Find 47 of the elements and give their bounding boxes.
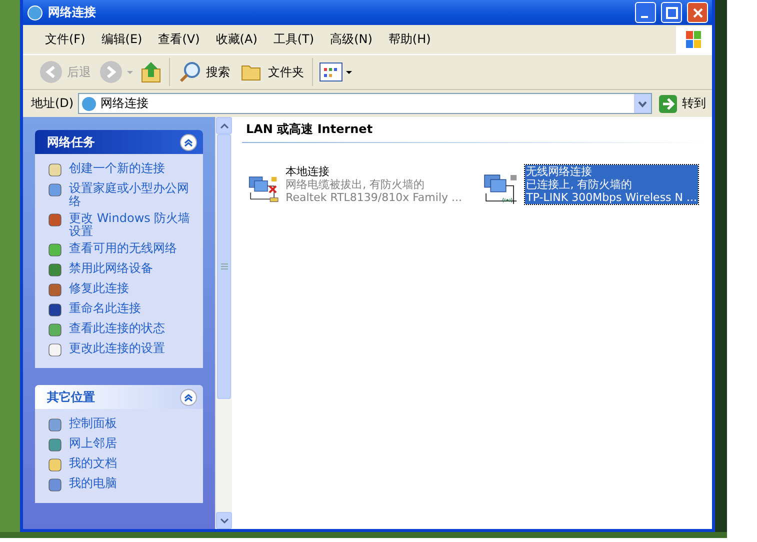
maximize-icon (666, 6, 678, 18)
window-title: 网络连接 (48, 4, 97, 21)
go-button[interactable]: 转到 (656, 92, 708, 116)
task-link[interactable]: 查看此连接的状态 (47, 322, 194, 338)
task-link[interactable]: 控制面板 (47, 417, 194, 433)
views-button[interactable] (319, 60, 353, 84)
minimize-button[interactable] (635, 2, 656, 23)
folder-up-icon[interactable] (139, 60, 163, 84)
back-button[interactable]: 后退 (37, 58, 93, 86)
search-icon (178, 60, 202, 84)
task-link[interactable]: 我的文档 (47, 457, 194, 473)
menu-item[interactable]: 高级(N) (322, 31, 380, 48)
task-link[interactable]: 网上邻居 (47, 437, 194, 453)
menu-item[interactable]: 收藏(A) (208, 31, 266, 48)
close-button[interactable] (687, 2, 708, 23)
minimize-icon (640, 16, 648, 18)
close-icon (692, 6, 704, 18)
group-heading: LAN 或高速 Internet (242, 121, 712, 143)
task-link[interactable]: 我的电脑 (47, 477, 194, 493)
address-field[interactable]: 网络连接 (78, 93, 652, 114)
scroll-up-icon (220, 122, 229, 128)
task-link[interactable]: 禁用此网络设备 (47, 262, 194, 278)
menu-item[interactable]: 工具(T) (265, 31, 322, 48)
search-button[interactable]: 搜索 (176, 58, 232, 86)
menu-item[interactable]: 查看(V) (150, 31, 208, 48)
task-link[interactable]: 重命名此连接 (47, 302, 194, 318)
folders-button[interactable]: 文件夹 (238, 59, 306, 85)
panel-title: 其它位置 (47, 388, 95, 406)
grip-icon (220, 263, 228, 270)
scroll-down-icon (220, 518, 229, 524)
task-link[interactable]: 创建一个新的连接 (47, 162, 194, 178)
task-link[interactable]: 设置家庭或小型办公网络 (47, 182, 194, 208)
connection-item[interactable]: 本地连接 网络电缆被拔出, 有防火墙的 Realtek RTL8139/810x Family ... (284, 165, 463, 204)
collapse-chevron-icon[interactable] (180, 134, 198, 150)
menu-item[interactable]: 帮助(H) (380, 31, 439, 48)
menu-item[interactable]: 文件(F) (37, 31, 94, 48)
task-link[interactable]: 查看可用的无线网络 (47, 242, 194, 258)
panel-title: 网络任务 (47, 134, 95, 150)
connection-item[interactable]: 无线网络连接 已连接上, 有防火墙的 TP-LINK 300Mbps Wireless N ... (525, 165, 698, 204)
address-label: 地址(D) (31, 95, 74, 112)
maximize-button[interactable] (661, 2, 682, 23)
task-link[interactable]: 更改此连接的设置 (47, 342, 194, 358)
menu-item[interactable]: 编辑(E) (93, 31, 150, 48)
task-link[interactable]: 修复此连接 (47, 282, 194, 298)
scrollbar[interactable] (215, 117, 232, 529)
collapse-chevron-icon[interactable] (180, 388, 198, 406)
task-link[interactable]: 更改 Windows 防火墙设置 (47, 212, 194, 238)
